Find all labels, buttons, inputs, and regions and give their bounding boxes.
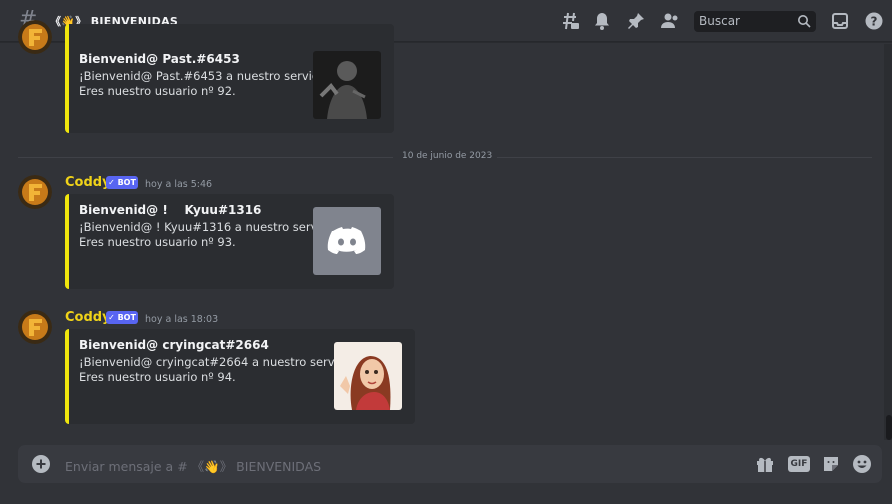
bell-icon[interactable] — [592, 11, 612, 31]
search-placeholder: Buscar — [699, 14, 740, 28]
embed-title: Bienvenid@ ! Kyuu#1316 — [79, 203, 262, 217]
embed-description: ¡Bienvenid@ cryingcat#2664 a nuestro ser… — [79, 355, 362, 369]
scrollbar-thumb[interactable] — [886, 415, 892, 440]
welcome-embed: Bienvenid@ ! Kyuu#1316 ¡Bienvenid@ ! Kyu… — [65, 194, 394, 289]
embed-description: Eres nuestro usuario nº 92. — [79, 84, 236, 98]
message-timestamp[interactable]: hoy a las 5:46 — [145, 179, 212, 190]
search-icon — [798, 15, 811, 28]
search-input[interactable]: Buscar — [694, 11, 816, 32]
emoji-icon[interactable] — [852, 454, 872, 474]
date-divider: 10 de junio de 2023 — [397, 151, 498, 161]
gif-button[interactable]: GIF — [788, 456, 810, 472]
divider-line — [494, 157, 872, 158]
sticker-icon[interactable] — [821, 454, 841, 474]
inbox-icon[interactable] — [830, 11, 850, 31]
embed-description: Eres nuestro usuario nº 94. — [79, 370, 236, 384]
pin-icon[interactable] — [626, 11, 646, 31]
message-timestamp[interactable]: hoy a las 18:03 — [145, 314, 218, 325]
avatar[interactable] — [18, 20, 52, 54]
avatar[interactable] — [18, 175, 52, 209]
embed-title: Bienvenid@ Past.#6453 — [79, 52, 240, 66]
svg-text:?: ? — [871, 15, 878, 29]
username[interactable]: Coddy — [65, 175, 111, 190]
discord-logo-thumbnail[interactable] — [313, 207, 381, 275]
welcome-embed: Bienvenid@ cryingcat#2664 ¡Bienvenid@ cr… — [65, 329, 415, 424]
scrollbar-track[interactable] — [884, 44, 892, 440]
username[interactable]: Coddy — [65, 310, 111, 325]
user-avatar-thumbnail[interactable] — [313, 51, 381, 119]
user-avatar-thumbnail[interactable] — [334, 342, 402, 410]
bot-badge: ✓ BOT — [106, 176, 138, 189]
avatar[interactable] — [18, 310, 52, 344]
threads-icon[interactable] — [560, 11, 580, 31]
embed-description: Eres nuestro usuario nº 93. — [79, 235, 236, 249]
member-list-icon[interactable] — [660, 11, 680, 31]
embed-description: ¡Bienvenid@ Past.#6453 a nuestro servido… — [79, 69, 336, 83]
welcome-embed: Bienvenid@ Past.#6453 ¡Bienvenid@ Past.#… — [65, 24, 394, 133]
add-attachment-icon[interactable] — [32, 455, 50, 473]
embed-title: Bienvenid@ cryingcat#2664 — [79, 338, 269, 352]
divider-line — [18, 157, 393, 158]
message-composer[interactable]: Enviar mensaje a # 《👋》 BIENVENIDAS GIF — [18, 445, 882, 483]
embed-description: ¡Bienvenid@ ! Kyuu#1316 a nuestro servid… — [79, 220, 345, 234]
gift-icon[interactable] — [755, 454, 775, 474]
bot-badge: ✓ BOT — [106, 311, 138, 324]
help-icon[interactable]: ? — [864, 11, 884, 31]
message-input[interactable]: Enviar mensaje a # 《👋》 BIENVENIDAS — [65, 456, 321, 475]
discord-icon — [327, 227, 366, 254]
